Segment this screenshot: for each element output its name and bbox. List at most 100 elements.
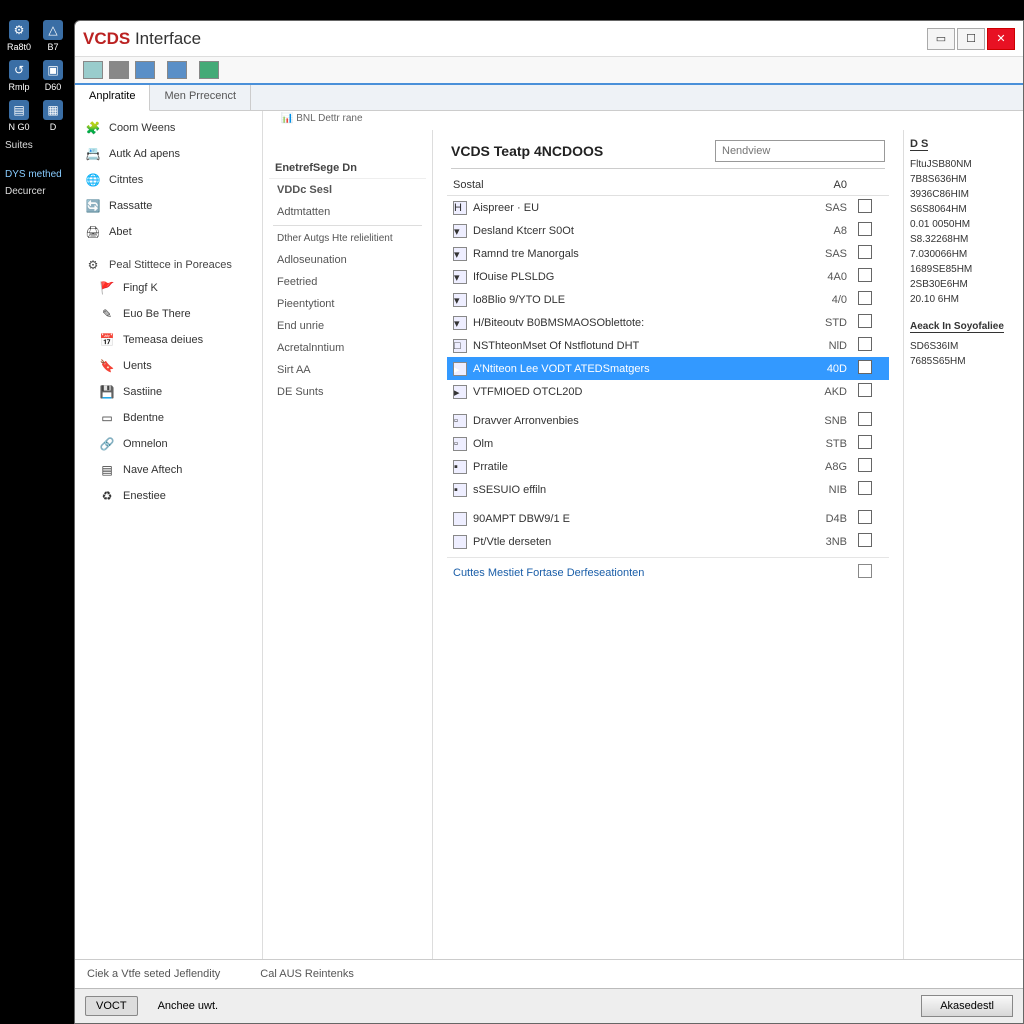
tab-item[interactable]: Anplratite — [75, 85, 150, 111]
tab-item[interactable]: Men Prrecenct — [150, 85, 251, 110]
nav-subitem[interactable]: ♻Enestiee — [75, 483, 262, 509]
tab-bar: Anplratite Men Prrecenct — [75, 85, 1023, 111]
list-row[interactable]: ▾Ramnd tre ManorgalsSAS — [447, 242, 889, 265]
calendar-icon: 📅 — [99, 332, 115, 348]
list-row[interactable]: ▾H/Biteoutv B0BMSMAOSOblettote:STD — [447, 311, 889, 334]
toolbar-icon[interactable] — [199, 61, 219, 79]
category-item[interactable]: End unrie — [269, 315, 426, 337]
nav-item[interactable]: 🌐Citntes — [75, 167, 262, 193]
row-type-icon — [453, 535, 467, 549]
nav-item[interactable]: 📇Autk Ad apens — [75, 141, 262, 167]
status-bar: Ciek a Vtfe seted Jeflendity Cal AUS Rei… — [75, 959, 1023, 988]
desktop-icon[interactable]: ⚙Ra8t0 — [5, 20, 33, 52]
list-row[interactable]: 90AMPT DBW9/1 ED4B — [447, 507, 889, 530]
list-row[interactable]: Pt/Vtle derseten3NB — [447, 530, 889, 553]
nav-subitem[interactable]: ▭Bdentne — [75, 405, 262, 431]
list-row[interactable]: ▸VTFMIOED OTCL20DAKD — [447, 380, 889, 403]
nav-subitem[interactable]: ✎Euo Be There — [75, 301, 262, 327]
nav-item[interactable]: 🔄Rassatte — [75, 193, 262, 219]
desktop-icon[interactable]: △B7 — [39, 20, 67, 52]
row-action-icon[interactable] — [858, 337, 872, 351]
list-row[interactable]: ▾IfOuise PLSLDG4A0 — [447, 265, 889, 288]
nav-section-header[interactable]: ⚙Peal Stittece in Poreaces — [75, 251, 262, 275]
action-button[interactable]: Akasedestl — [921, 995, 1013, 1017]
list-row[interactable]: ▾Desland Ktcerr S0OtA8 — [447, 219, 889, 242]
list-row[interactable]: ▫OlmSTB — [447, 432, 889, 455]
list-row[interactable]: ▾lo8Blio 9/YTO DLE4/0 — [447, 288, 889, 311]
row-action-icon[interactable] — [858, 268, 872, 282]
row-action-icon[interactable] — [858, 291, 872, 305]
nav-item[interactable]: 🧩Coom Weens — [75, 115, 262, 141]
close-button[interactable]: ✕ — [987, 28, 1015, 50]
desktop-label: Suites — [5, 140, 70, 151]
page-title: VCDS Teatp 4NCDOOS — [451, 143, 603, 159]
desktop-icon[interactable]: ▤N G0 — [5, 100, 33, 132]
row-type-icon: ▾ — [453, 224, 467, 238]
footer-button[interactable]: VOCT — [85, 996, 138, 1016]
row-type-icon: ▫ — [453, 437, 467, 451]
nav-subitem[interactable]: ▤Nave Aftech — [75, 457, 262, 483]
row-action-icon[interactable] — [858, 383, 872, 397]
nav-item[interactable]: 🖨Abet — [75, 219, 262, 245]
info-value: S8.32268HM — [910, 232, 1017, 247]
row-action-icon[interactable] — [858, 435, 872, 449]
desktop-icon[interactable]: ↺Rmlp — [5, 60, 33, 92]
row-type-icon: ▾ — [453, 247, 467, 261]
list-row[interactable]: ▪PrratileA8G — [447, 455, 889, 478]
module-icon: 🧩 — [85, 120, 101, 136]
list-row[interactable]: HAispreer · EUSAS — [447, 196, 889, 219]
nav-subitem[interactable]: 🚩Fingf K — [75, 275, 262, 301]
row-action-icon[interactable] — [858, 458, 872, 472]
category-item[interactable]: Feetried — [269, 271, 426, 293]
toolbar-icon[interactable] — [83, 61, 103, 79]
category-item[interactable]: Pieentytiont — [269, 293, 426, 315]
toolbar-icon[interactable] — [135, 61, 155, 79]
row-action-icon[interactable] — [858, 481, 872, 495]
desktop-icons: ⚙Ra8t0 △B7 ↺Rmlp ▣D60 ▤N G0 ▦D Suites DY… — [5, 20, 70, 197]
category-item[interactable]: VDDc Sesl — [269, 179, 426, 201]
nav-subitem[interactable]: 💾Sastiine — [75, 379, 262, 405]
grid-icon: ▤ — [99, 462, 115, 478]
info-value: 20.10 6HM — [910, 292, 1017, 307]
category-item[interactable]: Adtmtatten — [269, 201, 426, 223]
info-value: S6S8064HM — [910, 202, 1017, 217]
row-action-icon[interactable] — [858, 533, 872, 547]
row-action-icon[interactable] — [858, 222, 872, 236]
details-icon — [858, 564, 872, 578]
list-footer-link[interactable]: Cuttes Mestiet Fortase Derfeseationten — [447, 557, 889, 587]
nav-subitem[interactable]: 📅Temeasa deiues — [75, 327, 262, 353]
row-type-icon: H — [453, 201, 467, 215]
gear-icon: ⚙ — [85, 257, 101, 273]
row-action-icon[interactable] — [858, 314, 872, 328]
row-action-icon[interactable] — [858, 199, 872, 213]
row-action-icon[interactable] — [858, 412, 872, 426]
category-item[interactable]: Dther Autgs Hte relielitient — [269, 228, 426, 249]
status-text: Cal AUS Reintenks — [260, 968, 354, 980]
toolbar-icon[interactable] — [167, 61, 187, 79]
list-row[interactable]: ▫Dravver ArronvenbiesSNB — [447, 409, 889, 432]
category-item[interactable]: Adloseunation — [269, 249, 426, 271]
toolbar-icon[interactable] — [109, 61, 129, 79]
list-row[interactable]: □NSThteonMset Of Nstflotund DHTNlD — [447, 334, 889, 357]
info-panel: D S FltuJSB80NM7B8S636HM3936C86HIMS6S806… — [903, 130, 1023, 959]
minimize-button[interactable]: ▭ — [927, 28, 955, 50]
nav-subitem[interactable]: 🔖Uents — [75, 353, 262, 379]
category-item[interactable]: DE Sunts — [269, 381, 426, 403]
list-row[interactable]: ▪sSESUIO effilnNIB — [447, 478, 889, 501]
toolbar — [75, 57, 1023, 85]
list-row[interactable]: ▸A’Ntiteon Lee VODT ATEDSmatgers40D — [447, 357, 889, 380]
category-item[interactable]: Sirt AA — [269, 359, 426, 381]
desktop-icon[interactable]: ▣D60 — [39, 60, 67, 92]
nav-subitem[interactable]: 🔗Omnelon — [75, 431, 262, 457]
info-header: D S — [910, 138, 928, 151]
footer-text: Anchee uwt. — [158, 1000, 219, 1012]
search-input[interactable] — [715, 140, 885, 162]
category-item[interactable]: Acretalnntium — [269, 337, 426, 359]
maximize-button[interactable]: ☐ — [957, 28, 985, 50]
row-type-icon — [453, 512, 467, 526]
desktop-icon[interactable]: ▦D — [39, 100, 67, 132]
info-value: 1689SE85HM — [910, 262, 1017, 277]
row-action-icon[interactable] — [858, 360, 872, 374]
row-action-icon[interactable] — [858, 245, 872, 259]
row-action-icon[interactable] — [858, 510, 872, 524]
